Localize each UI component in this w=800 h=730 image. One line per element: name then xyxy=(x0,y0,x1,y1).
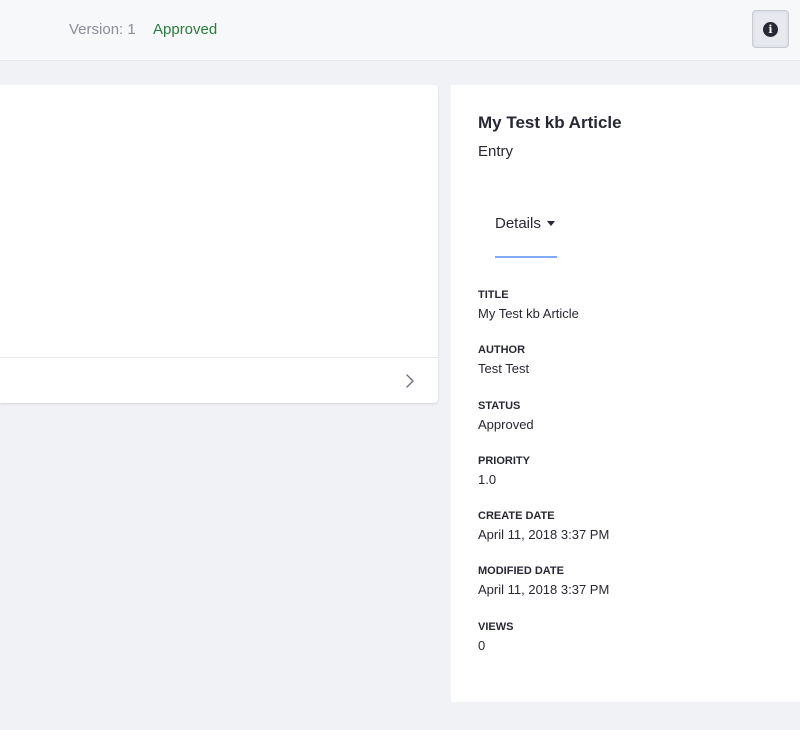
field-value: Approved xyxy=(478,416,534,432)
top-toolbar: Version: 1 Approved i xyxy=(0,0,800,61)
field-value: April 11, 2018 3:37 PM xyxy=(478,582,610,598)
details-field-list: TITLE My Test kb Article AUTHOR Test Tes… xyxy=(478,287,778,674)
field-label: AUTHOR xyxy=(478,344,526,357)
article-content-card xyxy=(0,85,438,403)
info-panel-toggle-button[interactable]: i xyxy=(752,10,789,48)
field-label: TITLE xyxy=(478,289,509,301)
caret-down-icon xyxy=(546,221,555,227)
field-label: VIEWS xyxy=(478,620,514,633)
field-views: VIEWS 0 xyxy=(478,619,778,674)
version-label: Version: 1 xyxy=(69,21,136,38)
field-value: 0 xyxy=(478,637,486,653)
article-content-body xyxy=(0,85,438,358)
field-author: AUTHOR Test Test xyxy=(478,342,778,397)
tab-details-label: Details xyxy=(495,215,541,232)
field-value: Test Test xyxy=(478,361,530,377)
field-priority: PRIORITY 1.0 xyxy=(478,453,778,508)
field-label: MODIFIED DATE xyxy=(478,565,564,578)
chevron-right-icon xyxy=(406,374,414,388)
field-label: STATUS xyxy=(478,399,521,412)
field-create-date: CREATE DATE April 11, 2018 3:37 PM xyxy=(478,508,778,563)
field-value: 1.0 xyxy=(478,471,497,487)
info-sidebar: My Test kb Article Entry Details TITLE M… xyxy=(451,85,800,702)
card-footer-next-link[interactable] xyxy=(0,359,438,403)
field-title: TITLE My Test kb Article xyxy=(478,287,778,342)
field-label: CREATE DATE xyxy=(478,510,555,523)
info-circle-icon: i xyxy=(763,21,778,37)
sidebar-subtitle: Entry xyxy=(478,143,514,160)
field-value: April 11, 2018 3:37 PM xyxy=(478,527,610,543)
field-modified-date: MODIFIED DATE April 11, 2018 3:37 PM xyxy=(478,563,778,618)
field-value: My Test kb Article xyxy=(478,306,579,321)
workflow-status-label: Approved xyxy=(153,21,218,38)
tab-details[interactable]: Details xyxy=(495,215,557,258)
sidebar-title: My Test kb Article xyxy=(478,113,622,132)
field-status: STATUS Approved xyxy=(478,398,778,453)
field-label: PRIORITY xyxy=(478,454,530,467)
